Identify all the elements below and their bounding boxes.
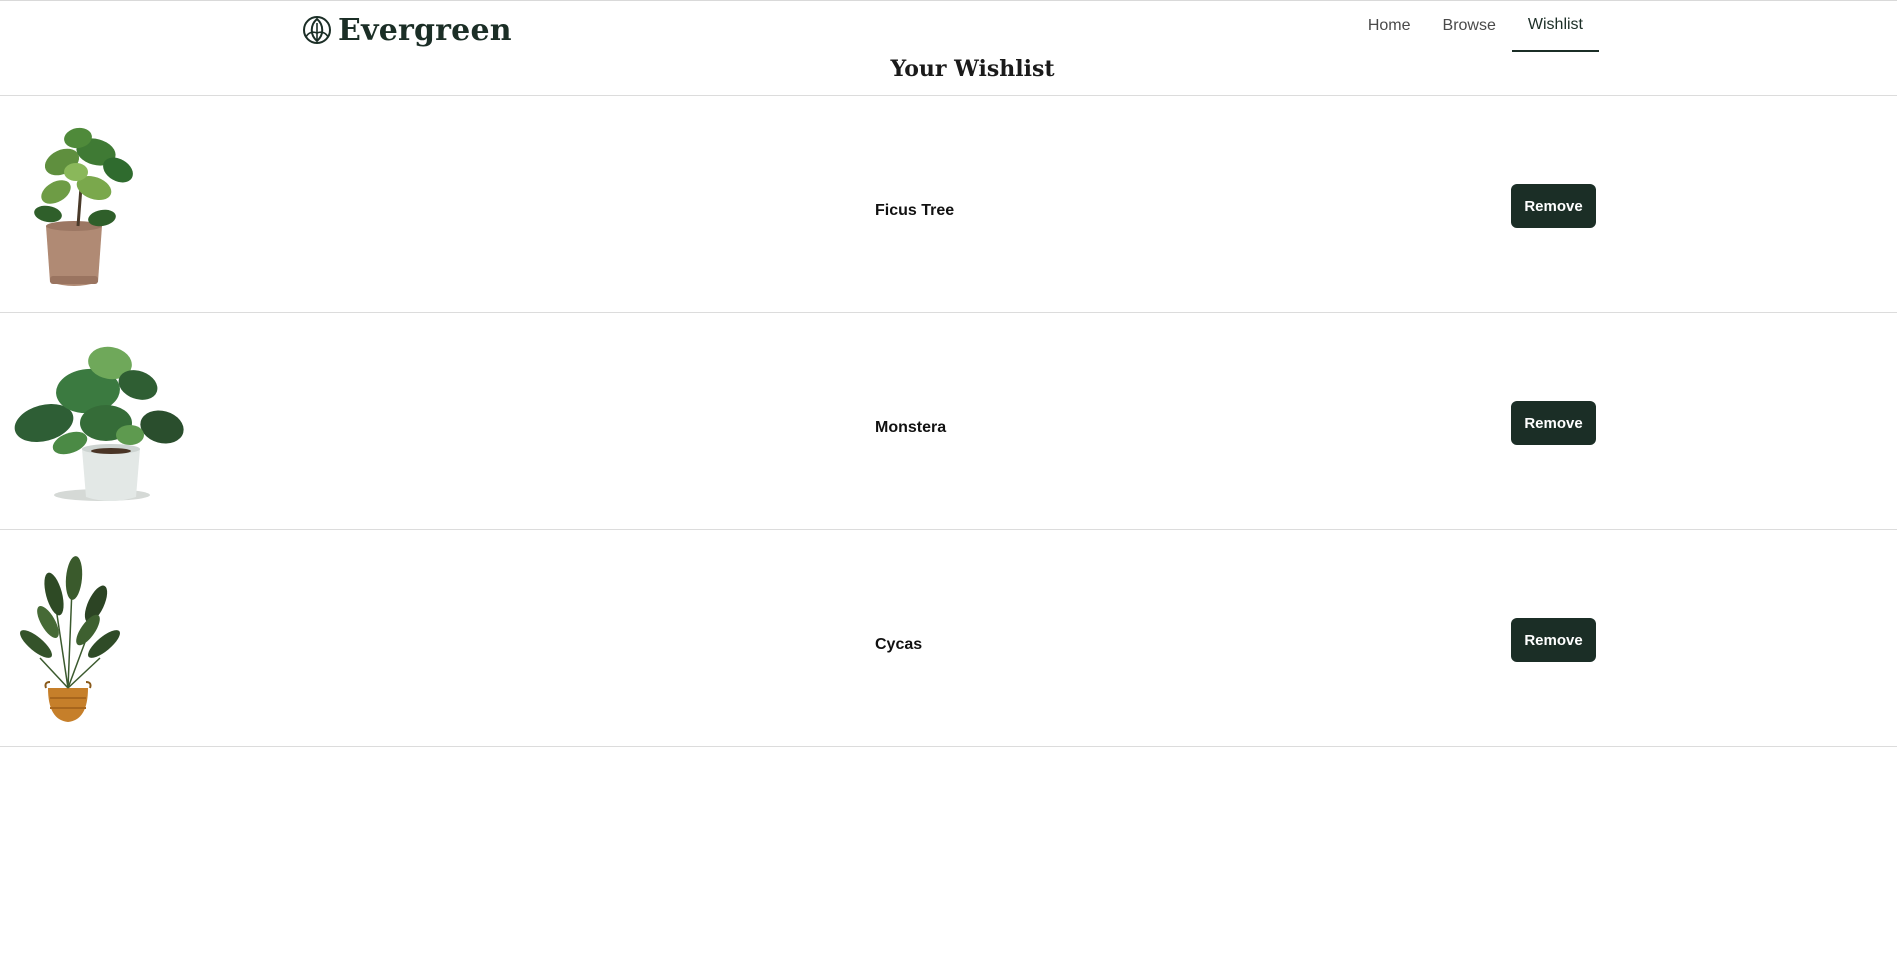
- leaf-logo-icon: [303, 16, 331, 44]
- item-name: Cycas: [875, 636, 923, 653]
- nav-wishlist[interactable]: Wishlist: [1511, 0, 1599, 52]
- ficus-plant-image: [34, 127, 133, 286]
- wishlist-item: Ficus Tree Remove: [0, 96, 1897, 313]
- item-name: Monstera: [875, 419, 947, 436]
- page-title: Your Wishlist: [890, 56, 1055, 82]
- cycas-plant-image: [20, 556, 120, 722]
- wishlist-list: Ficus Tree Remove Monstera Remove Cycas …: [0, 95, 1897, 747]
- brand-name: Evergreen: [338, 12, 512, 48]
- nav-browse[interactable]: Browse: [1427, 0, 1512, 52]
- main-nav: Home Browse Wishlist: [1352, 0, 1599, 52]
- site-header: Evergreen Home Browse Wishlist Your Wish…: [0, 0, 1897, 96]
- remove-button[interactable]: Remove: [1511, 184, 1596, 228]
- remove-button[interactable]: Remove: [1511, 618, 1596, 662]
- nav-home[interactable]: Home: [1352, 0, 1427, 52]
- logo[interactable]: Evergreen: [302, 12, 512, 48]
- monstera-plant-image: [14, 346, 184, 501]
- wishlist-item: Cycas Remove: [0, 530, 1897, 747]
- item-name: Ficus Tree: [875, 202, 955, 219]
- page: Evergreen Home Browse Wishlist Your Wish…: [0, 0, 1897, 964]
- wishlist-item: Monstera Remove: [0, 313, 1897, 530]
- remove-button[interactable]: Remove: [1511, 401, 1596, 445]
